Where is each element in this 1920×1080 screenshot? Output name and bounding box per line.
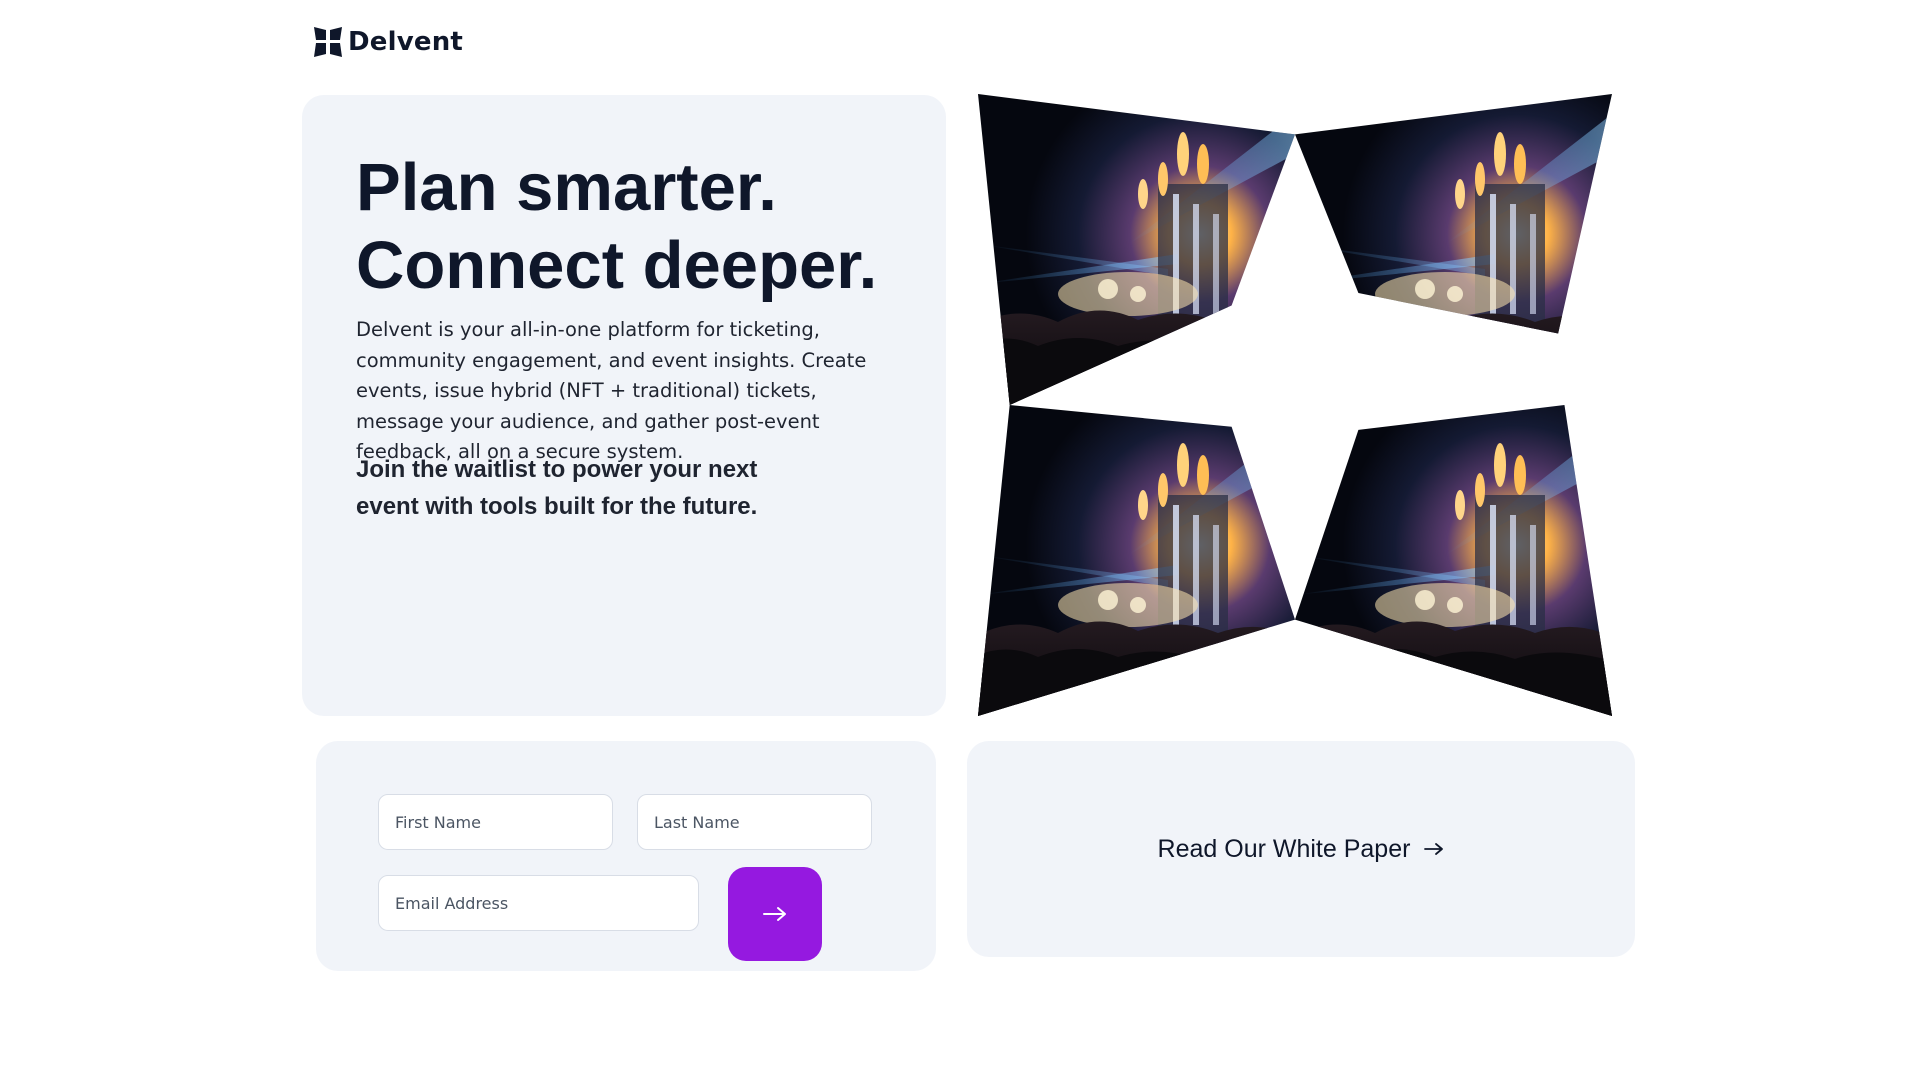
hero-title-line-1: Plan smarter.	[356, 150, 777, 225]
hero-card: Plan smarter. Connect deeper. Delvent is…	[302, 95, 946, 716]
collage-tile-bottom-left	[978, 405, 1295, 716]
collage-tile-top-right	[1295, 94, 1612, 334]
concert-photo	[978, 405, 1295, 716]
concert-photo	[1295, 94, 1612, 334]
delvent-logo-icon	[314, 27, 342, 57]
concert-photo	[1295, 405, 1612, 716]
email-input[interactable]	[378, 875, 699, 931]
waitlist-cta-text: Join the waitlist to power your next eve…	[356, 456, 758, 520]
brand-name: Delvent	[348, 27, 464, 57]
concert-image-collage	[978, 94, 1612, 716]
first-name-input[interactable]	[378, 794, 613, 850]
arrow-right-icon	[763, 907, 786, 921]
join-waitlist-submit-button[interactable]	[728, 867, 822, 961]
last-name-input[interactable]	[637, 794, 872, 850]
hero-description: Delvent is your all-in-one platform for …	[356, 318, 867, 463]
waitlist-form	[316, 741, 936, 971]
white-paper-link[interactable]: Read Our White Paper	[1158, 835, 1445, 864]
white-paper-label: Read Our White Paper	[1157, 834, 1411, 863]
concert-photo	[978, 94, 1295, 405]
hero-title-line-2: Connect deeper.	[356, 228, 878, 303]
collage-tile-top-left	[978, 94, 1295, 405]
collage-tile-bottom-right	[1295, 405, 1612, 716]
white-paper-card[interactable]: Read Our White Paper	[967, 741, 1635, 957]
header-brand[interactable]: Delvent	[314, 22, 463, 62]
hero-title: Plan smarter. Connect deeper.	[356, 149, 877, 305]
arrow-right-icon	[1424, 843, 1444, 855]
